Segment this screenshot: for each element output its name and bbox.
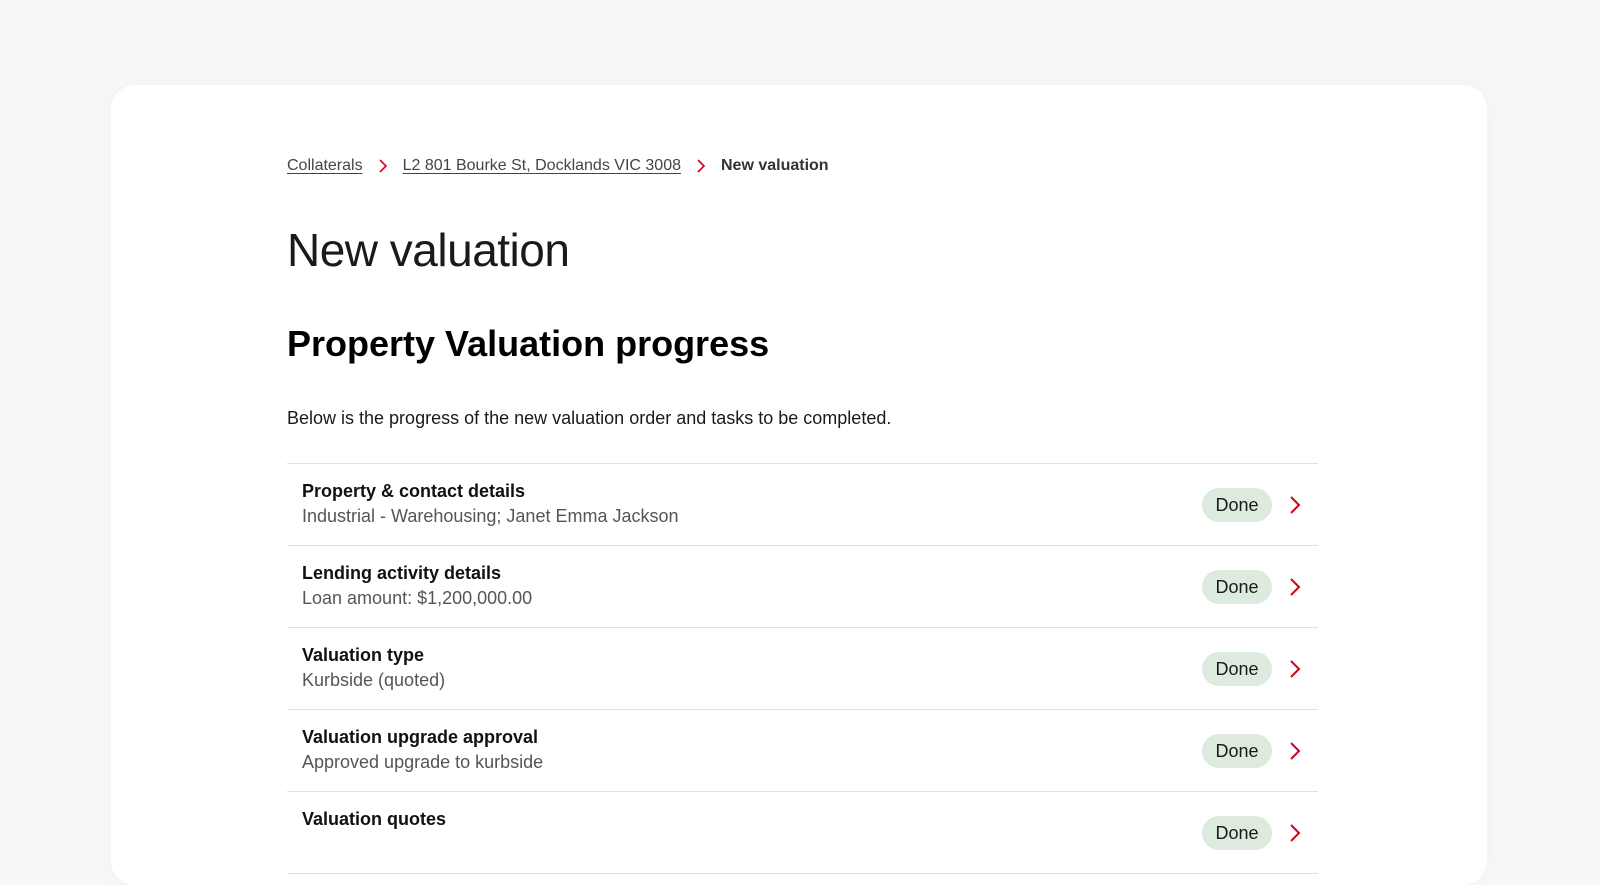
- chevron-right-icon[interactable]: [1282, 739, 1306, 763]
- task-row-property-contact[interactable]: Property & contact details Industrial - …: [287, 464, 1318, 546]
- task-row-valuation-quotes[interactable]: Valuation quotes Done: [287, 792, 1318, 874]
- task-title: Valuation type: [302, 645, 425, 665]
- status-badge: Done: [1202, 488, 1272, 522]
- status-badge: Done: [1202, 816, 1272, 850]
- task-row-valuation-type[interactable]: Valuation type Kurbside (quoted) Done: [287, 628, 1318, 710]
- status-badge: Done: [1202, 652, 1272, 686]
- breadcrumb-link-address[interactable]: L2 801 Bourke St, Docklands VIC 3008: [403, 157, 681, 175]
- task-title: Valuation upgrade approval: [302, 727, 539, 747]
- task-subtitle: Kurbside (quoted): [302, 670, 446, 690]
- chevron-right-icon: [363, 159, 403, 173]
- main-card: Collaterals L2 801 Bourke St, Docklands …: [111, 85, 1487, 885]
- section-title: Property Valuation progress: [287, 323, 770, 364]
- chevron-right-icon[interactable]: [1282, 575, 1306, 599]
- task-subtitle: Loan amount: $1,200,000.00: [302, 588, 533, 608]
- intro-text: Below is the progress of the new valuati…: [287, 408, 892, 428]
- page-title: New valuation: [287, 224, 570, 276]
- status-badge: Done: [1202, 734, 1272, 768]
- chevron-right-icon[interactable]: [1282, 493, 1306, 517]
- chevron-right-icon[interactable]: [1282, 657, 1306, 681]
- task-subtitle: Industrial - Warehousing; Janet Emma Jac…: [302, 506, 679, 526]
- status-badge: Done: [1202, 570, 1272, 604]
- task-row-lending-activity[interactable]: Lending activity details Loan amount: $1…: [287, 546, 1318, 628]
- chevron-right-icon[interactable]: [1282, 821, 1306, 845]
- breadcrumb-current: New valuation: [720, 157, 829, 174]
- breadcrumb: Collaterals L2 801 Bourke St, Docklands …: [287, 157, 829, 175]
- task-title: Valuation quotes: [302, 809, 447, 829]
- task-list: Property & contact details Industrial - …: [287, 463, 1318, 874]
- task-row-upgrade-approval[interactable]: Valuation upgrade approval Approved upgr…: [287, 710, 1318, 792]
- chevron-right-icon: [681, 159, 721, 173]
- breadcrumb-link-collaterals[interactable]: Collaterals: [287, 157, 363, 175]
- task-title: Property & contact details: [302, 481, 526, 501]
- task-title: Lending activity details: [302, 563, 502, 583]
- task-subtitle: Approved upgrade to kurbside: [302, 752, 544, 772]
